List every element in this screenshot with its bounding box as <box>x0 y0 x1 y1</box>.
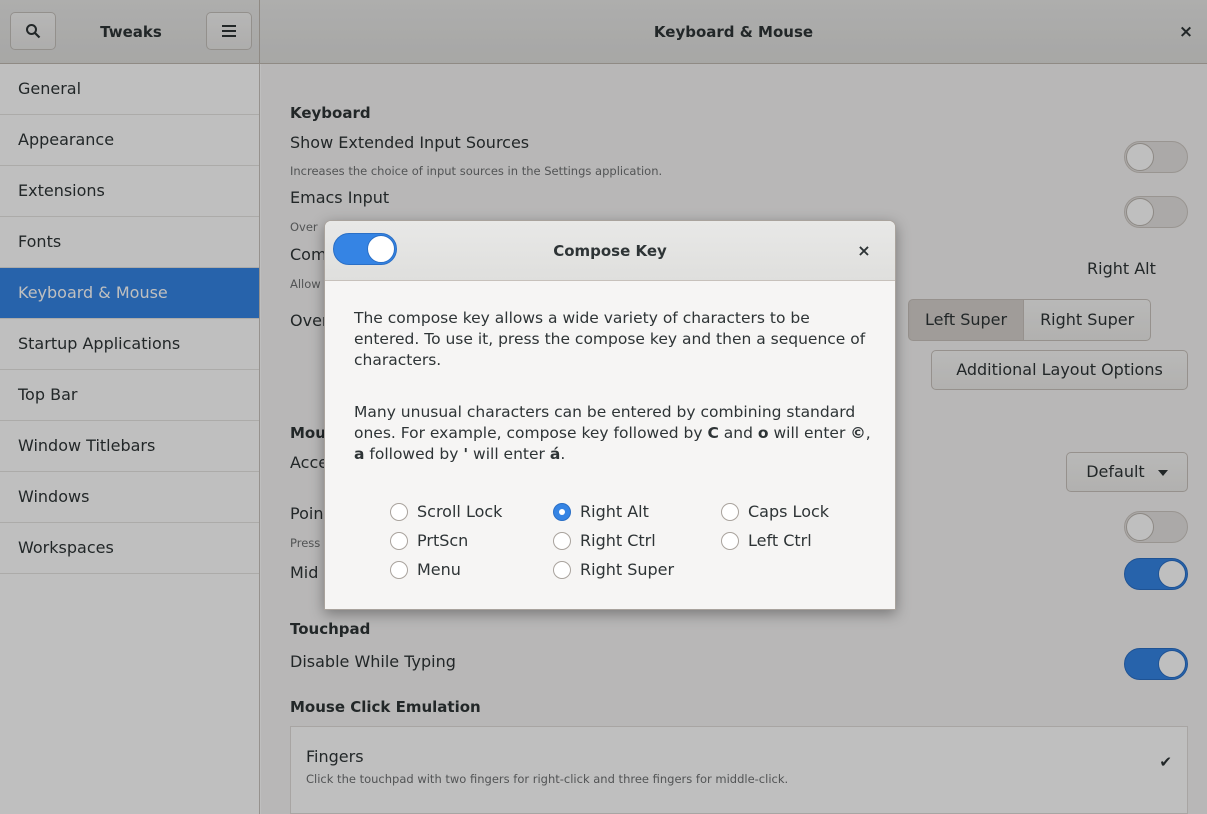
radio-dot <box>721 503 739 521</box>
radio-dot <box>721 532 739 550</box>
para2-text: , <box>865 424 871 442</box>
radio-dot <box>390 561 408 579</box>
dialog-paragraph-2: Many unusual characters can be entered b… <box>354 402 874 465</box>
radio-label: Caps Lock <box>748 502 830 521</box>
copyright-symbol: © <box>850 424 866 442</box>
compose-key-dialog: Compose Key × The compose key allows a w… <box>324 220 896 610</box>
dialog-paragraph-1: The compose key allows a wide variety of… <box>354 309 866 369</box>
key-o: o <box>757 424 769 442</box>
dialog-title: Compose Key <box>553 242 667 260</box>
radio-label: PrtScn <box>417 531 469 550</box>
a-acute-symbol: á <box>549 445 561 463</box>
radio-right-super[interactable]: Right Super <box>553 559 674 581</box>
radio-label: Right Ctrl <box>580 531 656 550</box>
para2-text: . <box>560 445 566 463</box>
radio-label: Right Super <box>580 560 675 579</box>
para2-text: followed by <box>364 445 464 463</box>
radio-label: Left Ctrl <box>748 531 812 550</box>
radio-dot <box>390 503 408 521</box>
radio-label: Menu <box>417 560 461 579</box>
para2-text: will enter <box>468 445 550 463</box>
radio-label: Right Alt <box>580 502 649 521</box>
key-c: C <box>707 424 719 442</box>
key-a: a <box>354 445 365 463</box>
radio-scroll-lock[interactable]: Scroll Lock <box>390 501 502 523</box>
radio-dot <box>553 503 571 521</box>
para2-text: and <box>718 424 758 442</box>
radio-dot <box>553 561 571 579</box>
radio-right-alt[interactable]: Right Alt <box>553 501 649 523</box>
radio-dot <box>390 532 408 550</box>
radio-caps-lock[interactable]: Caps Lock <box>721 501 829 523</box>
dialog-header: Compose Key × <box>325 221 895 281</box>
radio-prtscn[interactable]: PrtScn <box>390 530 468 552</box>
dialog-close-button[interactable]: × <box>853 240 875 262</box>
radio-dot <box>553 532 571 550</box>
radio-label: Scroll Lock <box>417 502 503 521</box>
radio-left-ctrl[interactable]: Left Ctrl <box>721 530 812 552</box>
radio-right-ctrl[interactable]: Right Ctrl <box>553 530 656 552</box>
para2-text: will enter <box>768 424 851 442</box>
radio-menu[interactable]: Menu <box>390 559 461 581</box>
